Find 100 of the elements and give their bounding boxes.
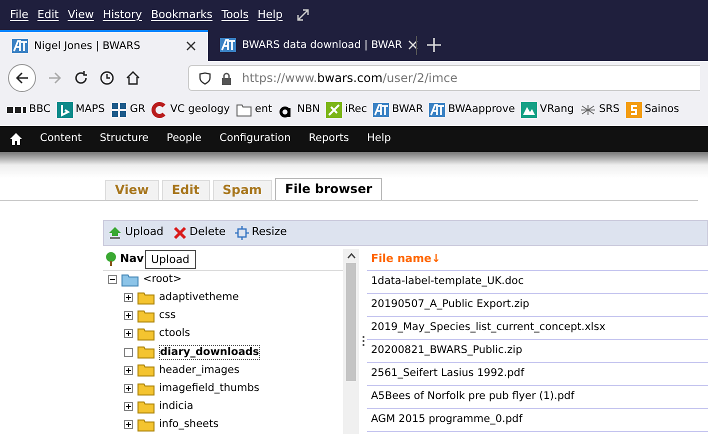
page-tab[interactable]: View bbox=[105, 180, 159, 200]
bookmark[interactable]: GR bbox=[110, 102, 146, 118]
folder-icon bbox=[137, 382, 155, 396]
admin-menu-item[interactable]: Configuration bbox=[220, 131, 291, 147]
home-icon[interactable] bbox=[126, 71, 140, 86]
table-cell[interactable]: 20200821_BWARS_Public.zip bbox=[367, 340, 708, 362]
expand-icon[interactable] bbox=[124, 311, 133, 320]
toolbar-button[interactable]: Resize bbox=[234, 224, 287, 241]
toolbar-button[interactable]: Upload bbox=[108, 224, 164, 241]
upload-icon bbox=[108, 226, 122, 240]
expand-icon[interactable] bbox=[124, 366, 133, 375]
bookmark[interactable]: BBC bbox=[4, 102, 51, 118]
empty-toggle-icon[interactable] bbox=[124, 348, 133, 357]
table-cell[interactable]: 20190507_A_Public Export.zip bbox=[367, 294, 708, 316]
expand-icon[interactable] bbox=[124, 329, 133, 338]
expand-icon[interactable] bbox=[124, 420, 133, 430]
page-tab[interactable]: Edit bbox=[162, 180, 210, 200]
s-logo-icon bbox=[626, 102, 642, 118]
tab-title: BWARS data download | BWAR bbox=[242, 38, 402, 53]
bookmark[interactable]: NBN bbox=[278, 102, 320, 118]
tree-label[interactable]: adaptivetheme bbox=[159, 291, 239, 304]
bookmark[interactable]: Sainos bbox=[626, 102, 680, 118]
admin-menu-item[interactable]: Reports bbox=[308, 131, 350, 147]
bookmark[interactable]: VC geology bbox=[151, 102, 230, 118]
tree-label[interactable]: diary_downloads bbox=[159, 344, 260, 360]
folder-icon bbox=[236, 102, 252, 118]
bookmark[interactable]: SRS bbox=[580, 102, 620, 118]
site-logo-icon bbox=[12, 39, 28, 54]
tooltip: Upload bbox=[145, 250, 196, 268]
panel-title: Nav bbox=[120, 250, 144, 267]
scroll-up-icon[interactable] bbox=[346, 252, 356, 258]
collapse-icon[interactable] bbox=[108, 275, 117, 284]
folder-icon bbox=[137, 326, 155, 341]
menu-item[interactable]: Tools bbox=[221, 6, 249, 24]
new-tab-icon[interactable] bbox=[427, 38, 441, 52]
expand-icon[interactable] bbox=[124, 293, 133, 302]
splitter-handle-icon[interactable] bbox=[362, 335, 364, 348]
bookmark[interactable]: ent bbox=[236, 102, 272, 118]
table-cell[interactable]: 2019_May_Species_list_current_concept.xlsx bbox=[367, 316, 708, 340]
b-logo-icon bbox=[56, 102, 73, 118]
bookmark[interactable]: BWAapprove bbox=[429, 102, 515, 118]
admin-menu-item[interactable]: People bbox=[166, 131, 202, 147]
site-logo-icon bbox=[220, 38, 236, 52]
menu-item[interactable]: View bbox=[68, 6, 94, 24]
bookmark[interactable]: iRec bbox=[326, 102, 368, 118]
table-cell[interactable]: A5Bees of Norfolk pre pub flyer (1).pdf bbox=[367, 386, 708, 408]
admin-menu-item[interactable]: Content bbox=[40, 131, 82, 147]
menu-item[interactable]: Help bbox=[258, 6, 283, 24]
expand-icon[interactable] bbox=[124, 384, 133, 394]
folder-icon bbox=[137, 308, 155, 323]
table-cell[interactable]: AGM 2015 programme_0.pdf bbox=[367, 408, 708, 432]
tree-icon bbox=[105, 252, 117, 266]
tree-label[interactable]: ctools bbox=[159, 327, 190, 340]
folder-icon bbox=[137, 290, 155, 305]
tree-label[interactable]: header_images bbox=[159, 364, 240, 377]
toolbar-button[interactable]: Delete bbox=[172, 224, 226, 241]
delete-icon bbox=[172, 226, 187, 240]
lock-icon[interactable] bbox=[221, 72, 232, 85]
leaf-logo-icon bbox=[326, 102, 342, 118]
admin-menu-item[interactable]: Structure bbox=[100, 131, 149, 147]
tree-label[interactable]: indicia bbox=[159, 400, 194, 414]
table-cell[interactable]: 2561_Seifert Lasius 1992.pdf bbox=[367, 362, 708, 386]
home-icon[interactable] bbox=[10, 132, 22, 145]
folder-icon bbox=[121, 272, 139, 286]
expand-icon[interactable] bbox=[124, 402, 133, 412]
folder-icon bbox=[137, 345, 155, 360]
close-icon[interactable] bbox=[186, 41, 196, 52]
admin-menu-item[interactable]: Help bbox=[367, 131, 391, 147]
page-tab[interactable]: File browser bbox=[274, 178, 382, 200]
menu-item[interactable]: File bbox=[10, 6, 28, 24]
folder-icon bbox=[137, 418, 155, 432]
folder-icon bbox=[137, 400, 155, 414]
url-text: https://www.bwars.com/user/2/imce bbox=[242, 70, 458, 88]
tab-title: Nigel Jones | BWARS bbox=[34, 38, 142, 54]
bookmark[interactable]: MAPS bbox=[56, 102, 105, 118]
menu-item[interactable]: Bookmarks bbox=[150, 6, 212, 24]
scroll-thumb[interactable] bbox=[346, 262, 356, 380]
reload-icon[interactable] bbox=[74, 71, 88, 86]
back-button[interactable] bbox=[8, 64, 36, 92]
clock-icon[interactable] bbox=[100, 71, 114, 86]
menu-item[interactable]: Edit bbox=[37, 6, 59, 24]
bookmark[interactable]: BWAR bbox=[373, 102, 424, 118]
mountain-logo-icon bbox=[520, 102, 537, 118]
c-logo-icon bbox=[151, 102, 168, 118]
grid-logo-icon bbox=[110, 102, 127, 118]
address-field[interactable]: https://www.bwars.com/user/2/imce bbox=[188, 65, 700, 92]
site-logo-icon bbox=[373, 103, 390, 118]
browser-tab[interactable]: BWARS data download | BWAR bbox=[208, 30, 416, 62]
shield-icon[interactable] bbox=[199, 72, 211, 85]
bookmark[interactable]: VRang bbox=[520, 102, 574, 118]
menu-item[interactable]: History bbox=[102, 6, 142, 24]
tree-label[interactable]: <root> bbox=[143, 272, 182, 288]
folder-icon bbox=[137, 363, 155, 378]
tree-label[interactable]: imagefield_thumbs bbox=[159, 382, 260, 396]
table-cell[interactable]: 1data-label-template_UK.doc bbox=[367, 270, 708, 294]
browser-tab[interactable]: Nigel Jones | BWARS bbox=[0, 30, 208, 62]
tree-label[interactable]: css bbox=[159, 309, 176, 322]
resize-icon bbox=[234, 226, 249, 240]
page-tab[interactable]: Spam bbox=[212, 180, 272, 200]
tree-label[interactable]: info_sheets bbox=[159, 418, 219, 432]
